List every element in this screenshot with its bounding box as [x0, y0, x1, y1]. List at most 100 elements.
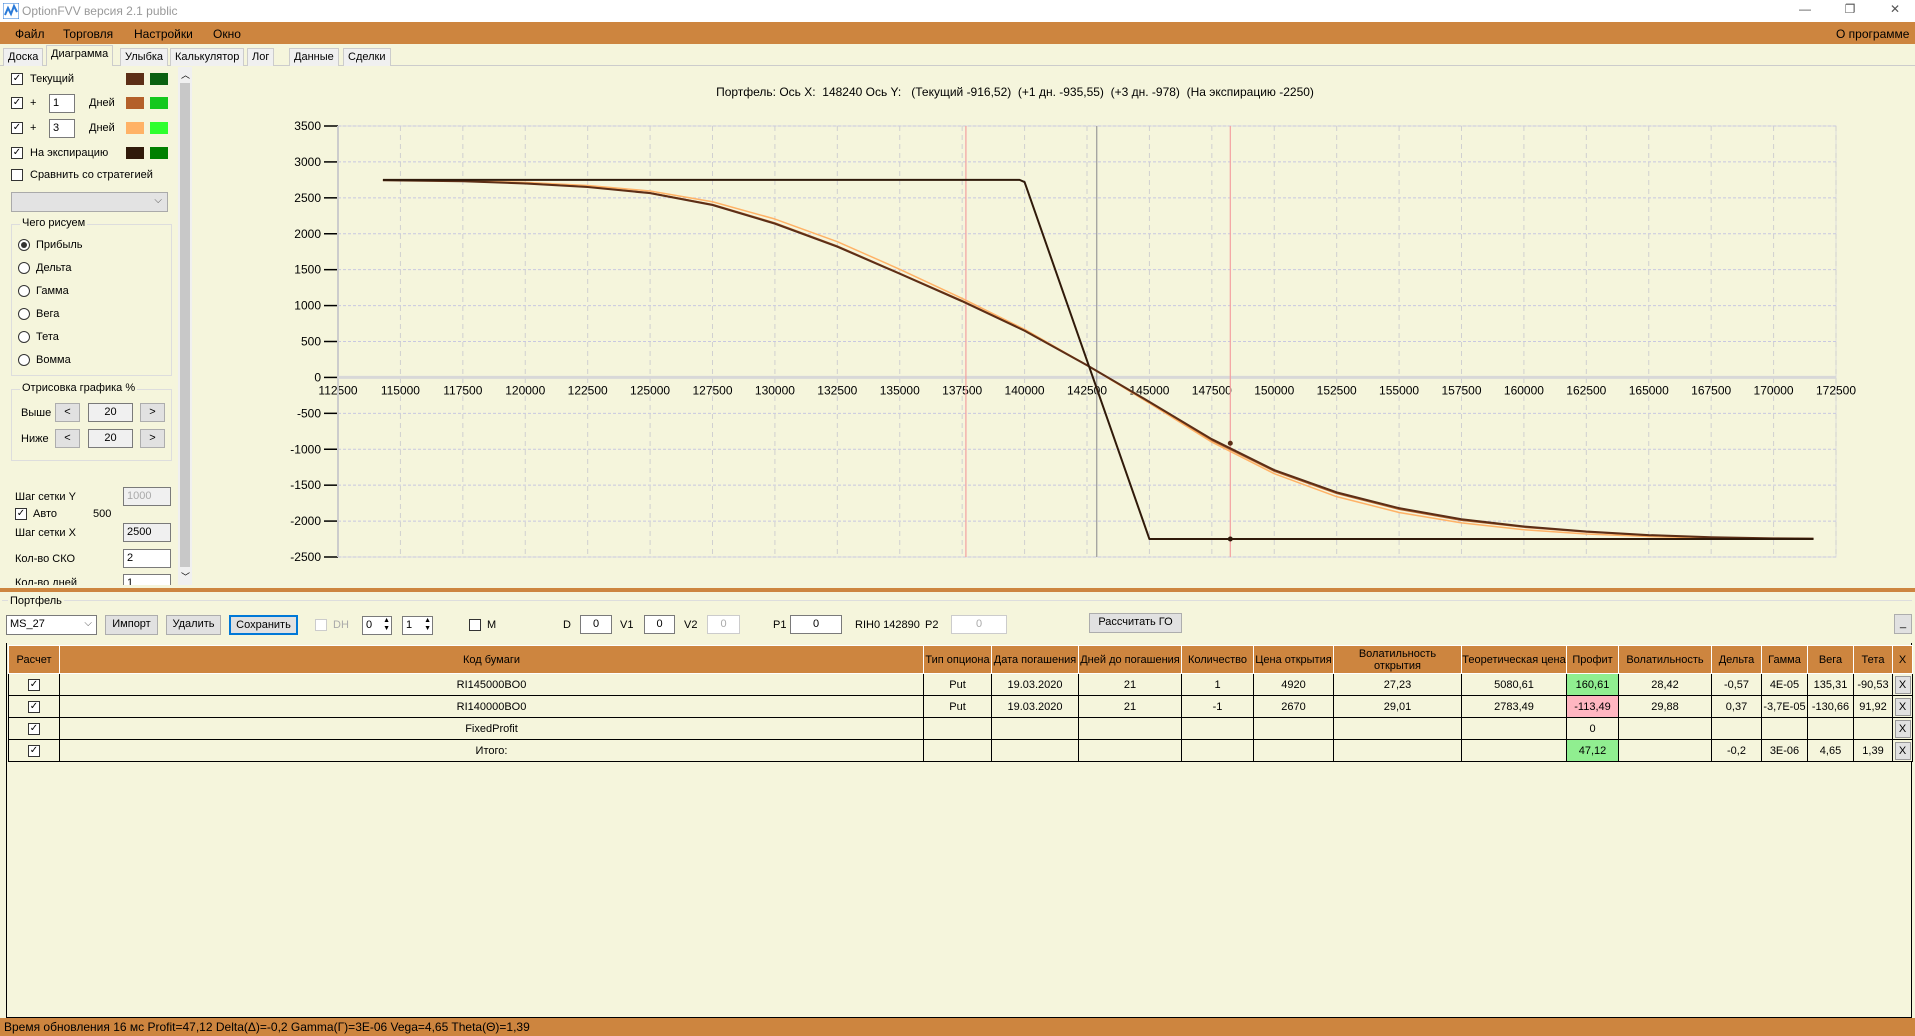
close-button[interactable]: ✕ [1880, 2, 1910, 20]
current-color-swatch[interactable] [126, 73, 144, 85]
calculate-margin-button[interactable]: Рассчитать ГО [1089, 613, 1182, 633]
column-header[interactable]: Дата погашения [991, 645, 1079, 674]
draw-option-radio[interactable] [18, 331, 30, 343]
column-header[interactable]: Дельта [1711, 645, 1762, 674]
save-button[interactable]: Сохранить [229, 615, 298, 635]
column-header[interactable]: Теоретическая цена [1461, 645, 1567, 674]
column-header[interactable]: Цена открытия [1253, 645, 1334, 674]
below-input[interactable]: 20 [88, 429, 133, 448]
calc-checkbox[interactable]: ✓ [28, 723, 40, 735]
draw-option-radio[interactable] [18, 354, 30, 366]
menu-file[interactable]: Файл [15, 27, 45, 41]
column-header[interactable]: Количество [1181, 645, 1254, 674]
expiration-color-swatch-alt[interactable] [150, 147, 168, 159]
above-increase-button[interactable]: > [140, 403, 165, 422]
p2-input[interactable]: 0 [951, 615, 1007, 634]
series-expiration-checkbox[interactable]: ✓ [11, 147, 23, 159]
tab-deals[interactable]: Сделки [343, 48, 391, 66]
draw-option-radio[interactable] [18, 308, 30, 320]
sko-input[interactable]: 2 [123, 549, 171, 568]
tab-log[interactable]: Лог [247, 48, 275, 66]
collapse-button[interactable]: _ [1894, 614, 1912, 634]
scroll-down-icon[interactable]: ﹀ [181, 570, 190, 583]
tab-data[interactable]: Данные [289, 48, 339, 66]
draw-option-radio[interactable] [18, 285, 30, 297]
import-button[interactable]: Импорт [105, 615, 158, 635]
calc-checkbox[interactable]: ✓ [28, 701, 40, 713]
d-input[interactable]: 0 [580, 615, 612, 634]
plus1-color-swatch-alt[interactable] [150, 97, 168, 109]
delete-button[interactable]: Удалить [166, 615, 221, 635]
spin-arrows-icon[interactable]: ▲ ▼ [424, 617, 431, 633]
delete-row-button[interactable]: X [1894, 697, 1911, 716]
series-plus3-checkbox[interactable]: ✓ [11, 122, 23, 134]
delete-row-button[interactable]: X [1894, 719, 1911, 738]
strategy-select[interactable]: ⌵ [11, 192, 168, 212]
below-increase-button[interactable]: > [140, 429, 165, 448]
scrollbar-thumb[interactable] [180, 83, 190, 567]
grid-y-input[interactable]: 1000 [123, 487, 171, 506]
column-header[interactable]: Профит [1566, 645, 1619, 674]
column-header[interactable]: Тип опциона [923, 645, 992, 674]
compare-label: Сравнить со стратегией [30, 169, 153, 181]
m-checkbox[interactable] [469, 619, 481, 631]
draw-option-radio[interactable] [18, 239, 30, 251]
compare-checkbox[interactable] [11, 169, 23, 181]
table-cell [1333, 717, 1462, 740]
menu-settings[interactable]: Настройки [134, 27, 193, 41]
delete-row-button[interactable]: X [1894, 741, 1911, 760]
auto-checkbox[interactable]: ✓ [15, 508, 27, 520]
column-header[interactable]: Расчет [8, 645, 60, 674]
portfolio-select[interactable]: MS_27 ⌵ [6, 615, 97, 635]
table-cell: -1 [1181, 695, 1254, 718]
grid-x-input[interactable]: 2500 [123, 523, 171, 542]
column-header[interactable]: Вега [1807, 645, 1854, 674]
x-tick-label: 157500 [1441, 383, 1481, 397]
tab-calculator[interactable]: Калькулятор [170, 48, 245, 66]
above-decrease-button[interactable]: < [55, 403, 80, 422]
column-header[interactable]: Волатильность [1618, 645, 1712, 674]
x-tick-label: 132500 [817, 383, 857, 397]
column-header[interactable]: X [1892, 645, 1913, 674]
tab-board[interactable]: Доска [3, 48, 44, 66]
dh-checkbox[interactable] [315, 619, 327, 631]
current-color-swatch-alt[interactable] [150, 73, 168, 85]
column-header[interactable]: Код бумаги [59, 645, 924, 674]
v2-input[interactable]: 0 [707, 615, 740, 634]
plus3-days-input[interactable]: 3 [49, 119, 75, 138]
delete-row-button[interactable]: X [1894, 675, 1911, 694]
tab-smile[interactable]: Улыбка [120, 48, 169, 66]
menu-about[interactable]: О программе [1836, 27, 1909, 41]
spin2-input[interactable]: 1 ▲ ▼ [402, 616, 433, 635]
menu-trading[interactable]: Торговля [63, 27, 113, 41]
expiration-color-swatch[interactable] [126, 147, 144, 159]
restore-button[interactable]: ❐ [1835, 2, 1865, 20]
column-header[interactable]: Тета [1853, 645, 1893, 674]
splitter[interactable] [0, 588, 1915, 592]
series-current-checkbox[interactable]: ✓ [11, 73, 23, 85]
days-count-input[interactable]: 1 [123, 574, 171, 585]
minimize-button[interactable]: — [1790, 2, 1820, 20]
spin-arrows-icon[interactable]: ▲ ▼ [383, 617, 390, 633]
scroll-up-icon[interactable]: ︿ [181, 68, 190, 81]
below-decrease-button[interactable]: < [55, 429, 80, 448]
plus3-color-swatch-alt[interactable] [150, 122, 168, 134]
calc-checkbox[interactable]: ✓ [28, 679, 40, 691]
v1-input[interactable]: 0 [644, 615, 675, 634]
plus3-color-swatch[interactable] [126, 122, 144, 134]
tab-diagram[interactable]: Диаграмма [46, 45, 114, 66]
spin1-input[interactable]: 0 ▲ ▼ [362, 616, 392, 635]
plus1-days-input[interactable]: 1 [49, 94, 75, 113]
column-header[interactable]: Гамма [1761, 645, 1808, 674]
column-header[interactable]: Волатильность открытия [1333, 645, 1462, 674]
calc-checkbox[interactable]: ✓ [28, 745, 40, 757]
profit-chart[interactable]: 1125001150001175001200001225001250001275… [192, 66, 1915, 588]
p1-input[interactable]: 0 [790, 615, 842, 634]
menu-window[interactable]: Окно [213, 27, 241, 41]
left-panel-scrollbar[interactable]: ︿ ﹀ [178, 67, 192, 585]
series-plus1-checkbox[interactable]: ✓ [11, 97, 23, 109]
column-header[interactable]: Дней до погашения [1078, 645, 1182, 674]
above-input[interactable]: 20 [88, 403, 133, 422]
plus1-color-swatch[interactable] [126, 97, 144, 109]
draw-option-radio[interactable] [18, 262, 30, 274]
